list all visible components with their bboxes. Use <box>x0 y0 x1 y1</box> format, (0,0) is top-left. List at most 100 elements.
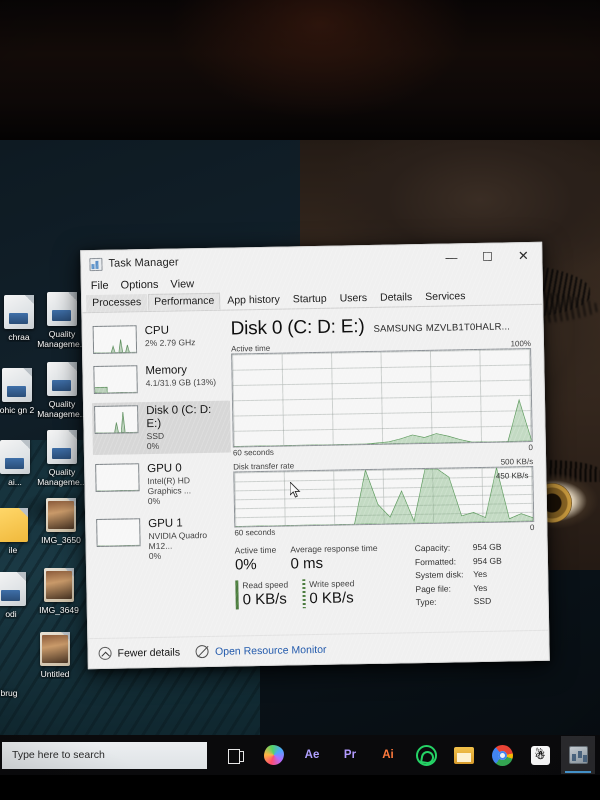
tab-app-history[interactable]: App history <box>221 292 286 310</box>
sidebar-item-memory[interactable]: Memory 4.1/31.9 GB (13%) <box>91 361 230 398</box>
disk-stats: Active time 0% Average response time 0 m… <box>235 540 536 613</box>
read-speed-color-key <box>235 580 239 610</box>
minimize-button[interactable]: — <box>433 244 469 271</box>
mouse-cursor <box>290 482 301 498</box>
read-speed-value: 0 KB/s <box>242 590 287 609</box>
page-title: Disk 0 (C: D: E:) <box>230 316 365 340</box>
monitor-bezel-top <box>0 0 600 142</box>
copilot-icon <box>264 745 284 765</box>
capcut-icon: ☃ <box>530 745 550 765</box>
desktop-icon-label: IMG_3649 <box>39 605 79 615</box>
sidebar-item-sub-1: 4.1/31.9 GB (13%) <box>145 376 217 389</box>
property-key: Page file: <box>415 583 452 594</box>
menu-item-options[interactable]: Options <box>120 279 158 292</box>
property-key: System disk: <box>415 569 464 581</box>
close-button[interactable]: ✕ <box>505 243 541 270</box>
window-controls[interactable]: — ☐ ✕ <box>433 243 541 271</box>
property-value: SSD <box>473 596 492 607</box>
property-row: Formatted: 954 GB <box>415 554 502 569</box>
chrome-icon <box>491 744 513 766</box>
taskbar-item-after-effects[interactable]: Ae <box>295 736 329 774</box>
tab-processes[interactable]: Processes <box>86 294 148 313</box>
disk-detail-pane: Disk 0 (C: D: E:) SAMSUNG MZVLB1T0HALR..… <box>228 305 548 638</box>
taskbar-item-microsoft-store[interactable] <box>447 736 481 774</box>
taskbar-item-task-view[interactable] <box>219 736 253 774</box>
sidebar-thumbnail-graph <box>96 518 141 548</box>
property-key: Type: <box>415 597 437 608</box>
avg-response-stat-value: 0 ms <box>290 554 324 573</box>
write-speed-stat: Write speed 0 KB/s <box>302 578 355 609</box>
search-placeholder: Type here to search <box>12 749 105 761</box>
active-time-x-right: 0 <box>528 443 533 453</box>
sidebar-item-disk-0-c-d-e[interactable]: Disk 0 (C: D: E:) SSD 0% <box>92 400 231 456</box>
taskbar-item-premiere-pro[interactable]: Pr <box>333 736 367 774</box>
tab-users[interactable]: Users <box>334 290 374 308</box>
tab-startup[interactable]: Startup <box>287 291 333 309</box>
taskbar-item-illustrator[interactable]: Ai <box>371 736 405 774</box>
sidebar-item-gpu-1[interactable]: GPU 1 NVIDIA Quadro M12... 0% <box>94 514 233 566</box>
sidebar-item-sub-1: NVIDIA Quadro M12... <box>148 529 208 552</box>
property-value: 954 GB <box>472 555 502 566</box>
desktop-icon-label: Untitled <box>40 669 70 679</box>
task-view-icon <box>228 748 244 764</box>
taskbar-item-copilot[interactable] <box>257 736 291 774</box>
property-value: Yes <box>473 582 488 593</box>
desktop-icon[interactable]: brug <box>0 688 46 698</box>
avg-response-stat-label: Average response time <box>290 542 378 555</box>
tab-details[interactable]: Details <box>374 289 418 307</box>
transfer-rate-graph: 450 KB/s <box>233 466 535 528</box>
maximize-button[interactable]: ☐ <box>469 243 505 270</box>
menu-item-view[interactable]: View <box>170 278 194 290</box>
sidebar-thumbnail-graph <box>94 405 139 435</box>
premiere-pro-icon: Pr <box>343 749 357 761</box>
sidebar-thumbnail-graph <box>95 463 140 493</box>
sidebar-item-gpu-0[interactable]: GPU 0 Intel(R) HD Graphics ... 0% <box>93 459 232 511</box>
taskbar-item-task-manager[interactable] <box>561 736 595 774</box>
image-file-icon <box>46 498 76 532</box>
window-title: Task Manager <box>108 256 179 270</box>
taskbar-item-capcut[interactable]: ☃ <box>523 736 557 774</box>
transfer-rate-plot <box>234 467 534 526</box>
sidebar-thumbnail-graph <box>92 325 138 355</box>
resource-monitor-icon <box>195 644 210 659</box>
desktop-icon[interactable]: IMG_3649 <box>22 568 96 615</box>
transfer-rate-annotation: 450 KB/s <box>495 471 529 481</box>
active-time-stat-value: 0% <box>234 556 257 574</box>
sidebar-item-label: CPU <box>144 324 170 338</box>
active-time-graph <box>231 348 533 448</box>
task-manager-window[interactable]: Task Manager — ☐ ✕ File Options View Pro… <box>80 241 550 670</box>
open-resource-monitor-link[interactable]: Open Resource Monitor <box>195 643 327 659</box>
tab-performance[interactable]: Performance <box>148 292 221 312</box>
task-manager-icon <box>89 257 103 271</box>
tab-services[interactable]: Services <box>419 288 472 306</box>
sidebar-item-label: Disk 0 (C: D: E:) <box>146 403 212 431</box>
disk-properties: Capacity: 954 GB Formatted: 954 GB System di… <box>415 541 503 611</box>
after-effects-icon: Ae <box>304 749 320 761</box>
transfer-rate-x-right: 0 <box>529 522 535 533</box>
active-time-graph-max: 100% <box>510 339 532 349</box>
microsoft-store-icon <box>454 746 474 764</box>
sidebar-item-sub-1: Intel(R) HD Graphics ... <box>147 475 192 497</box>
taskbar-item-chrome[interactable] <box>485 736 519 774</box>
sidebar-item-sub-1: 2% 2.79 GHz <box>144 337 196 349</box>
windows-taskbar[interactable]: Type here to search Ae Pr Ai ☃ <box>0 735 600 775</box>
sidebar-item-cpu[interactable]: CPU 2% 2.79 GHz <box>91 321 230 358</box>
property-key: Formatted: <box>414 556 457 567</box>
transfer-rate-x-left: 60 seconds <box>234 527 276 538</box>
property-value: Yes <box>473 569 488 580</box>
search-input[interactable]: Type here to search <box>2 741 207 769</box>
sidebar-item-sub-2: 0% <box>148 550 162 562</box>
disk-model: SAMSUNG MZVLB1T0HALR... <box>373 321 511 335</box>
desktop-icon[interactable]: Untitled <box>18 632 92 679</box>
active-time-stat-label: Active time <box>234 544 277 556</box>
fewer-details-button[interactable]: Fewer details <box>98 646 180 660</box>
write-speed-value: 0 KB/s <box>309 589 354 608</box>
performance-sidebar[interactable]: CPU 2% 2.79 GHz Memory 4.1/31.9 GB (13%) Dis… <box>82 311 234 641</box>
taskbar-icons[interactable]: Ae Pr Ai ☃ <box>219 736 595 774</box>
menu-item-file[interactable]: File <box>91 280 109 292</box>
sidebar-thumbnail-graph <box>93 365 138 395</box>
taskbar-item-whatsapp[interactable] <box>409 736 443 774</box>
property-value: 954 GB <box>472 541 502 553</box>
sidebar-item-sub-2: 0% <box>147 495 161 507</box>
active-time-plot <box>232 349 532 446</box>
